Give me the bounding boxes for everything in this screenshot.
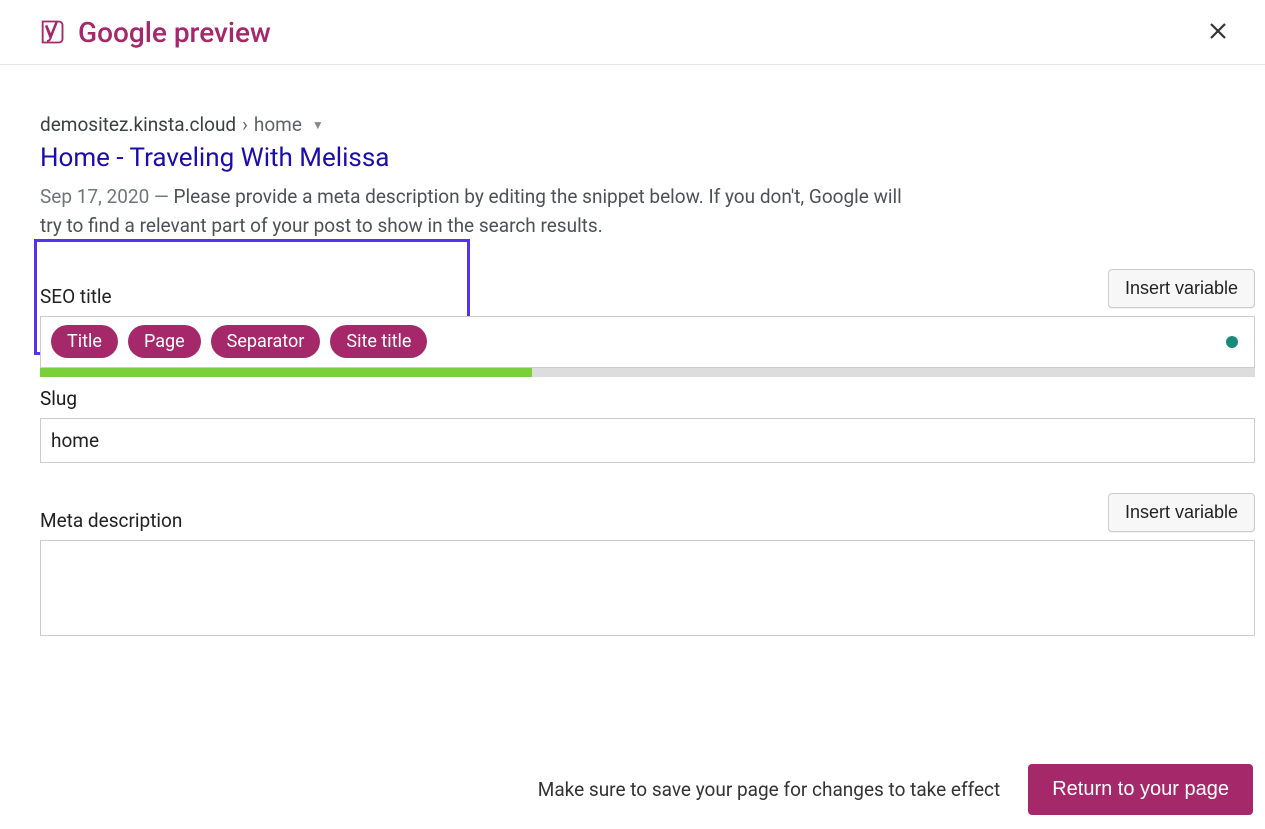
return-button[interactable]: Return to your page	[1028, 764, 1253, 815]
variable-pill-separator[interactable]: Separator	[211, 325, 321, 358]
slug-input[interactable]	[40, 418, 1255, 463]
close-icon	[1209, 22, 1227, 40]
variable-pill-title[interactable]: Title	[51, 325, 118, 358]
footer: Make sure to save your page for changes …	[0, 750, 1265, 829]
seo-title-field: SEO title Insert variable Title Page Sep…	[40, 269, 1255, 377]
variable-pill-site-title[interactable]: Site title	[330, 325, 427, 358]
footer-note: Make sure to save your page for changes …	[538, 778, 1000, 801]
panel-title: Google preview	[78, 16, 271, 49]
content: demositez.kinsta.cloud › home ▼ Home - T…	[0, 65, 1265, 640]
google-preview-description[interactable]: Sep 17, 2020 — Please provide a meta des…	[40, 182, 920, 241]
seo-title-progress	[40, 368, 1255, 377]
seo-title-input[interactable]: Title Page Separator Site title	[40, 316, 1255, 368]
seo-title-progress-bar	[40, 368, 532, 377]
panel-header: Google preview	[0, 0, 1265, 65]
google-preview-title[interactable]: Home - Traveling With Melissa	[40, 142, 1255, 176]
yoast-icon	[38, 17, 66, 47]
breadcrumb-separator: ›	[242, 113, 248, 136]
google-preview-date: Sep 17, 2020	[40, 185, 149, 208]
logo: Google preview	[38, 16, 271, 49]
slug-label: Slug	[40, 387, 1255, 410]
close-button[interactable]	[1201, 14, 1235, 50]
meta-description-field: Meta description Insert variable	[40, 493, 1255, 640]
google-preview-date-sep: —	[149, 185, 173, 208]
breadcrumb[interactable]: demositez.kinsta.cloud › home ▼	[40, 113, 1255, 136]
breadcrumb-domain: demositez.kinsta.cloud	[40, 113, 236, 136]
meta-description-label: Meta description	[40, 509, 182, 532]
breadcrumb-path: home	[254, 113, 302, 136]
seo-status-indicator	[1226, 336, 1238, 348]
variable-pill-page[interactable]: Page	[128, 325, 201, 358]
caret-down-icon: ▼	[312, 118, 324, 132]
seo-title-label: SEO title	[40, 285, 112, 308]
insert-variable-button[interactable]: Insert variable	[1108, 269, 1255, 308]
meta-description-input[interactable]	[40, 540, 1255, 636]
insert-variable-button-meta[interactable]: Insert variable	[1108, 493, 1255, 532]
